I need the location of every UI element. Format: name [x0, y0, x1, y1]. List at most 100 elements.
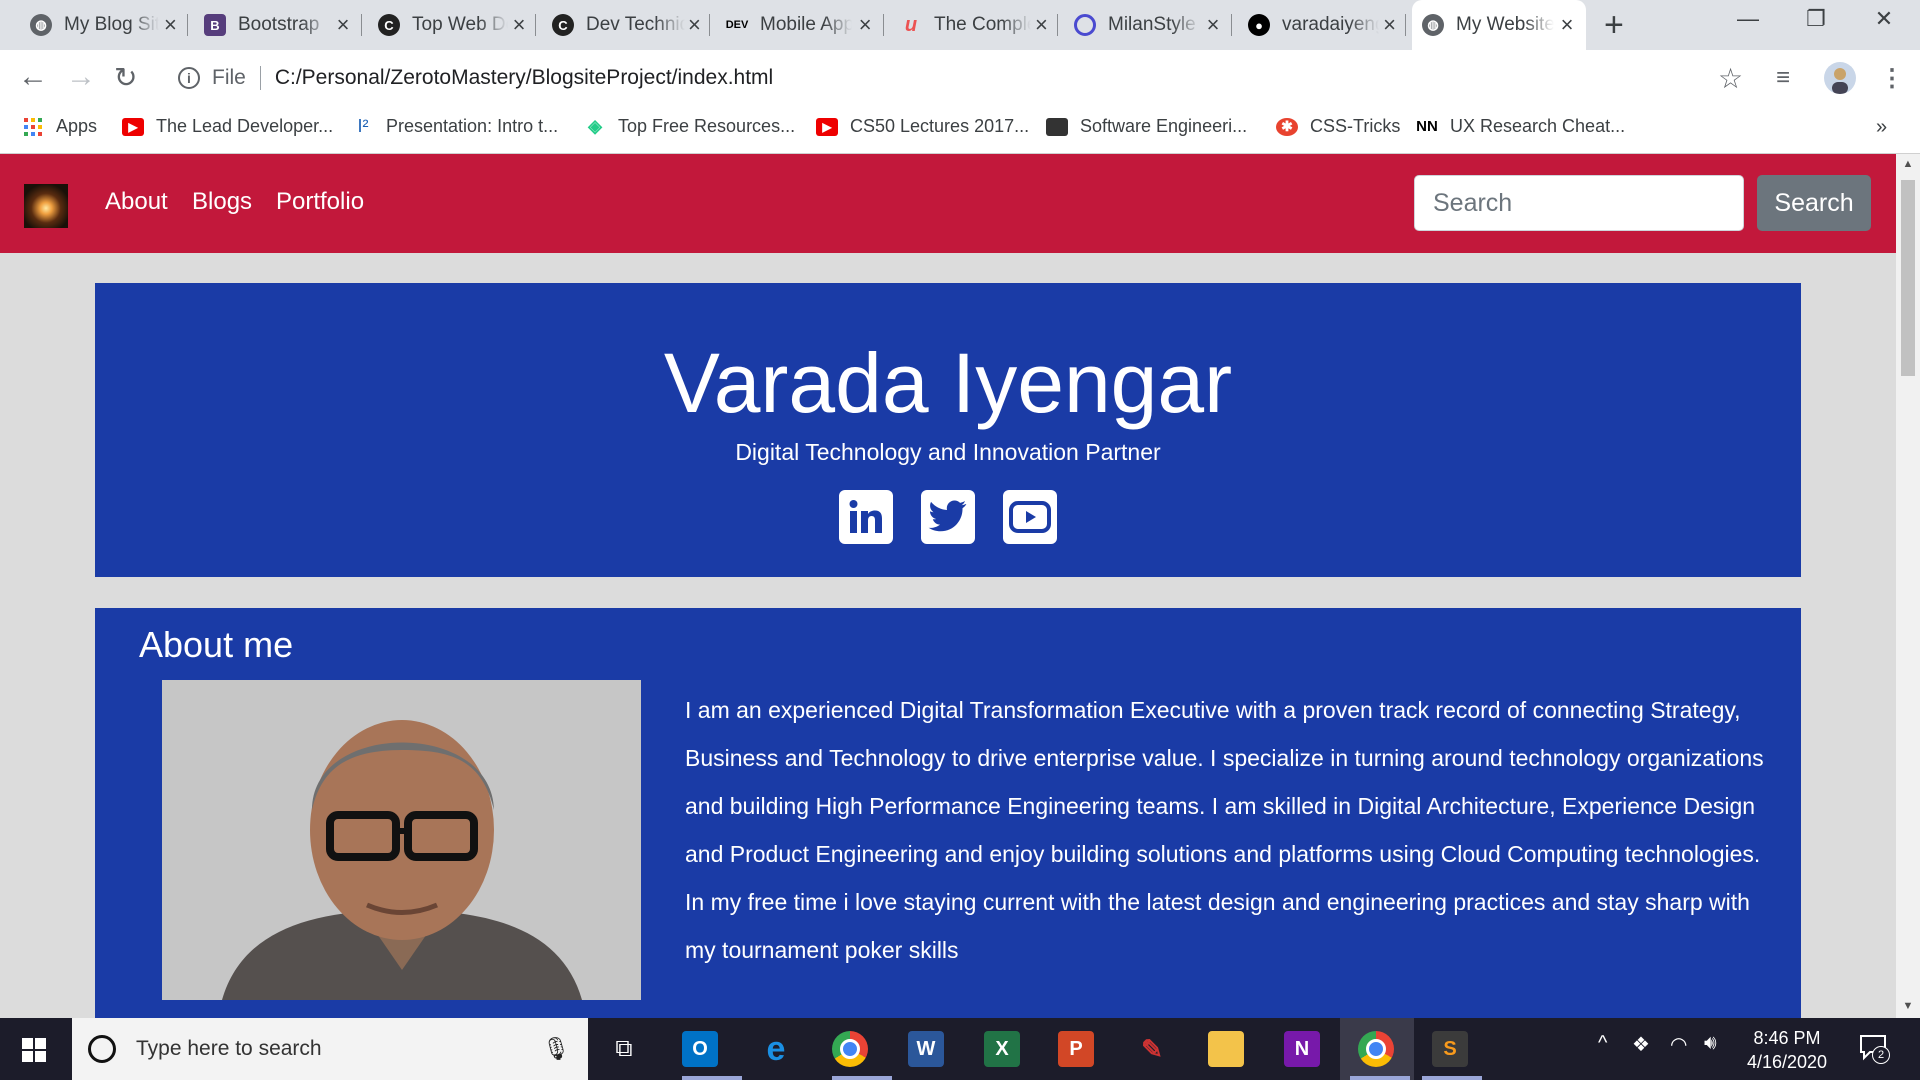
dev-icon: DEV	[725, 19, 749, 31]
bookmark-top-free-resources[interactable]: ◈ Top Free Resources...	[584, 116, 795, 137]
tagline: Digital Technology and Innovation Partne…	[735, 439, 1161, 465]
close-icon[interactable]: ×	[1554, 12, 1580, 38]
nav-link-about[interactable]: About	[105, 188, 168, 216]
udemy-icon: u	[904, 13, 918, 36]
chevron-up-icon[interactable]: ^	[1598, 1032, 1607, 1055]
web-page: About Blogs Portfolio Search Search Vara…	[0, 154, 1896, 1018]
sublime-icon[interactable]: S	[1432, 1031, 1468, 1067]
tab-bootstrap[interactable]: B Bootstrap ×	[194, 0, 362, 50]
excel-icon[interactable]: X	[984, 1031, 1020, 1067]
chrome-icon[interactable]	[832, 1031, 868, 1067]
tab-title: varadaiyengar	[1282, 14, 1379, 35]
outlook-icon[interactable]: O	[682, 1031, 718, 1067]
hero-panel: Varada Iyengar Digital Technology and In…	[95, 283, 1801, 577]
linkedin-icon[interactable]	[839, 490, 893, 544]
close-icon[interactable]: ×	[1031, 12, 1052, 38]
twitter-icon[interactable]	[921, 490, 975, 544]
taskbar-search-input[interactable]: Type here to search 🎙	[72, 1018, 588, 1080]
chrome-active-icon[interactable]	[1358, 1031, 1394, 1067]
powerpoint-icon[interactable]: P	[1058, 1031, 1094, 1067]
scroll-down-icon[interactable]: ▼	[1896, 1000, 1920, 1012]
address-bar[interactable]: i File C:/Personal/ZerotoMastery/Blogsit…	[162, 58, 1758, 98]
forward-arrow-icon[interactable]: →	[66, 60, 96, 94]
tab-title: Dev Techniques	[586, 14, 685, 35]
bookmark-software-engineering[interactable]: Software Engineeri...	[1046, 116, 1247, 137]
nav-link-portfolio[interactable]: Portfolio	[276, 188, 364, 216]
about-section: About me I am an experienced Digital Tra…	[95, 608, 1801, 1018]
bookmarks-bar: Apps ▶ The Lead Developer... I² Presenta…	[0, 106, 1920, 154]
wifi-icon[interactable]: ◠	[1670, 1032, 1687, 1057]
bookmark-css-tricks[interactable]: ✱ CSS-Tricks	[1276, 116, 1400, 137]
new-tab-button[interactable]: +	[1604, 6, 1624, 45]
notification-center-icon[interactable]: 2	[1858, 1032, 1890, 1064]
nav-link-blogs[interactable]: Blogs	[192, 188, 252, 216]
tab-my-website[interactable]: ◍ My Website ×	[1412, 0, 1586, 50]
tab-the-complete[interactable]: u The Complete ×	[890, 0, 1058, 50]
clock-date: 4/16/2020	[1746, 1052, 1828, 1072]
windows-start-icon[interactable]	[22, 1038, 46, 1062]
laptop-icon	[1046, 117, 1068, 136]
task-view-icon[interactable]: ⧉	[606, 1031, 642, 1067]
tab-top-web-dev[interactable]: C Top Web Dev ×	[368, 0, 536, 50]
youtube-icon[interactable]	[1003, 490, 1057, 544]
url-text[interactable]: C:/Personal/ZerotoMastery/BlogsiteProjec…	[275, 66, 773, 90]
cortana-icon	[88, 1035, 116, 1063]
bookmark-presentation[interactable]: I² Presentation: Intro t...	[352, 116, 559, 137]
search-input[interactable]: Search	[1414, 175, 1744, 231]
scrollbar-thumb[interactable]	[1901, 180, 1915, 376]
bookmark-label: CS50 Lectures 2017...	[850, 116, 1030, 136]
microphone-icon[interactable]: 🎙	[542, 1036, 570, 1062]
kebab-menu-icon[interactable]: ⋮	[1880, 64, 1904, 93]
word-icon[interactable]: W	[908, 1031, 944, 1067]
close-window-button[interactable]: ✕	[1854, 6, 1914, 32]
media-queue-icon[interactable]: ≡	[1776, 64, 1790, 92]
reload-icon[interactable]: ↻	[114, 61, 137, 94]
minimize-button[interactable]: —	[1718, 6, 1778, 32]
about-text: I am an experienced Digital Transformati…	[685, 697, 1764, 963]
globe-icon: ◍	[1422, 14, 1444, 36]
close-icon[interactable]: ×	[852, 12, 878, 38]
bookmark-label: Apps	[56, 116, 98, 136]
scroll-up-icon[interactable]: ▲	[1896, 158, 1920, 170]
close-icon[interactable]: ×	[685, 12, 704, 38]
youtube-icon: ▶	[816, 117, 838, 136]
close-icon[interactable]: ×	[508, 12, 530, 38]
tab-dev-techniques[interactable]: C Dev Techniques ×	[542, 0, 710, 50]
edge-icon[interactable]: e	[758, 1030, 794, 1068]
onenote-icon[interactable]: N	[1284, 1031, 1320, 1067]
avatar[interactable]	[1824, 62, 1856, 94]
clock-time: 8:46 PM	[1753, 1028, 1821, 1048]
bookmark-apps[interactable]: Apps	[22, 116, 97, 137]
bootstrap-icon: B	[204, 14, 226, 36]
tab-my-blog-site[interactable]: ◍ My Blog Site ×	[20, 0, 188, 50]
close-icon[interactable]: ×	[1200, 12, 1226, 38]
search-button[interactable]: Search	[1757, 175, 1871, 231]
page-scrollbar[interactable]: ▲ ▼	[1896, 154, 1920, 1018]
bookmark-cs50[interactable]: ▶ CS50 Lectures 2017...	[816, 116, 1029, 137]
bookmark-label: Software Engineeri...	[1080, 116, 1248, 136]
site-navbar: About Blogs Portfolio Search Search	[0, 154, 1896, 253]
system-clock[interactable]: 8:46 PM 4/16/2020	[1732, 1026, 1842, 1074]
bookmark-lead-developer[interactable]: ▶ The Lead Developer...	[122, 116, 333, 137]
bookmark-ux-research[interactable]: NN UX Research Cheat...	[1416, 116, 1625, 137]
tab-mobile-app[interactable]: DEV Mobile App ×	[716, 0, 884, 50]
close-icon[interactable]: ×	[330, 12, 356, 38]
bookmark-label: UX Research Cheat...	[1450, 116, 1626, 136]
star-icon[interactable]: ☆	[1718, 62, 1743, 95]
scheme-label: File	[212, 66, 246, 89]
file-explorer-icon[interactable]	[1208, 1031, 1244, 1067]
site-logo[interactable]	[24, 184, 68, 228]
running-indicator	[832, 1076, 892, 1080]
bookmarks-overflow-button[interactable]: »	[1876, 116, 1887, 139]
tab-github[interactable]: ● varadaiyengar ×	[1238, 0, 1406, 50]
tab-milanstyle[interactable]: MilanStyle ×	[1064, 0, 1232, 50]
info-icon[interactable]: i	[178, 67, 200, 89]
volume-icon[interactable]: 🔊︎	[1704, 1032, 1717, 1055]
close-icon[interactable]: ×	[159, 12, 182, 38]
close-icon[interactable]: ×	[1379, 12, 1400, 38]
paint-icon[interactable]: ✎	[1134, 1031, 1170, 1067]
dropbox-icon[interactable]: ❖	[1632, 1032, 1650, 1057]
restore-button[interactable]: ❐	[1786, 6, 1846, 32]
nn-icon: NN	[1416, 118, 1438, 135]
back-arrow-icon[interactable]: ←	[18, 60, 48, 94]
